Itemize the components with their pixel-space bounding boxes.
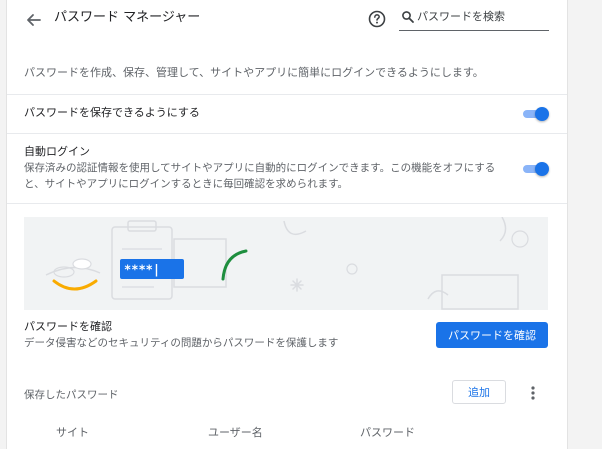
toggle-knob	[535, 107, 549, 121]
password-mask-text: ****|	[124, 263, 160, 277]
password-check-title: パスワードを確認	[24, 320, 112, 333]
more-options-icon[interactable]	[523, 383, 543, 403]
page-description: パスワードを作成、保存、管理して、サイトやアプリに簡単にログインできるようにしま…	[24, 66, 484, 79]
auto-signin-title: 自動ログイン	[24, 145, 90, 158]
back-arrow-icon[interactable]	[23, 9, 45, 31]
add-password-button[interactable]: 追加	[452, 380, 506, 404]
column-header-password: パスワード	[360, 426, 415, 439]
search-icon	[402, 11, 414, 23]
check-passwords-button[interactable]: パスワードを確認	[436, 322, 548, 348]
divider	[7, 94, 567, 95]
password-check-illustration: ****|	[24, 217, 548, 310]
illustration-graphic: ****|	[45, 217, 529, 310]
password-check-description: データ侵害などのセキュリティの問題からパスワードを保護します	[24, 337, 339, 349]
toggle-knob	[535, 162, 549, 176]
help-icon[interactable]	[367, 9, 387, 29]
search-input[interactable]	[417, 6, 545, 26]
column-header-username: ユーザー名	[208, 426, 263, 439]
save-passwords-label: パスワードを保存できるようにする	[24, 106, 200, 119]
saved-passwords-heading: 保存したパスワード	[24, 389, 119, 401]
search-field	[399, 4, 549, 31]
divider	[7, 133, 567, 134]
page-title: パスワード マネージャー	[54, 10, 201, 25]
right-background	[566, 0, 602, 449]
divider	[7, 203, 567, 204]
password-manager-card: パスワード マネージャー パスワードを作成、保存、管理して、サイトやアプリに簡単…	[6, 0, 568, 449]
header: パスワード マネージャー	[7, 0, 567, 40]
auto-signin-toggle[interactable]	[521, 161, 549, 177]
column-header-site: サイト	[56, 426, 89, 439]
save-passwords-toggle[interactable]	[521, 106, 549, 122]
auto-signin-description: 保存済みの認証情報を使用してサイトやアプリに自動的にログインできます。この機能を…	[24, 162, 496, 190]
